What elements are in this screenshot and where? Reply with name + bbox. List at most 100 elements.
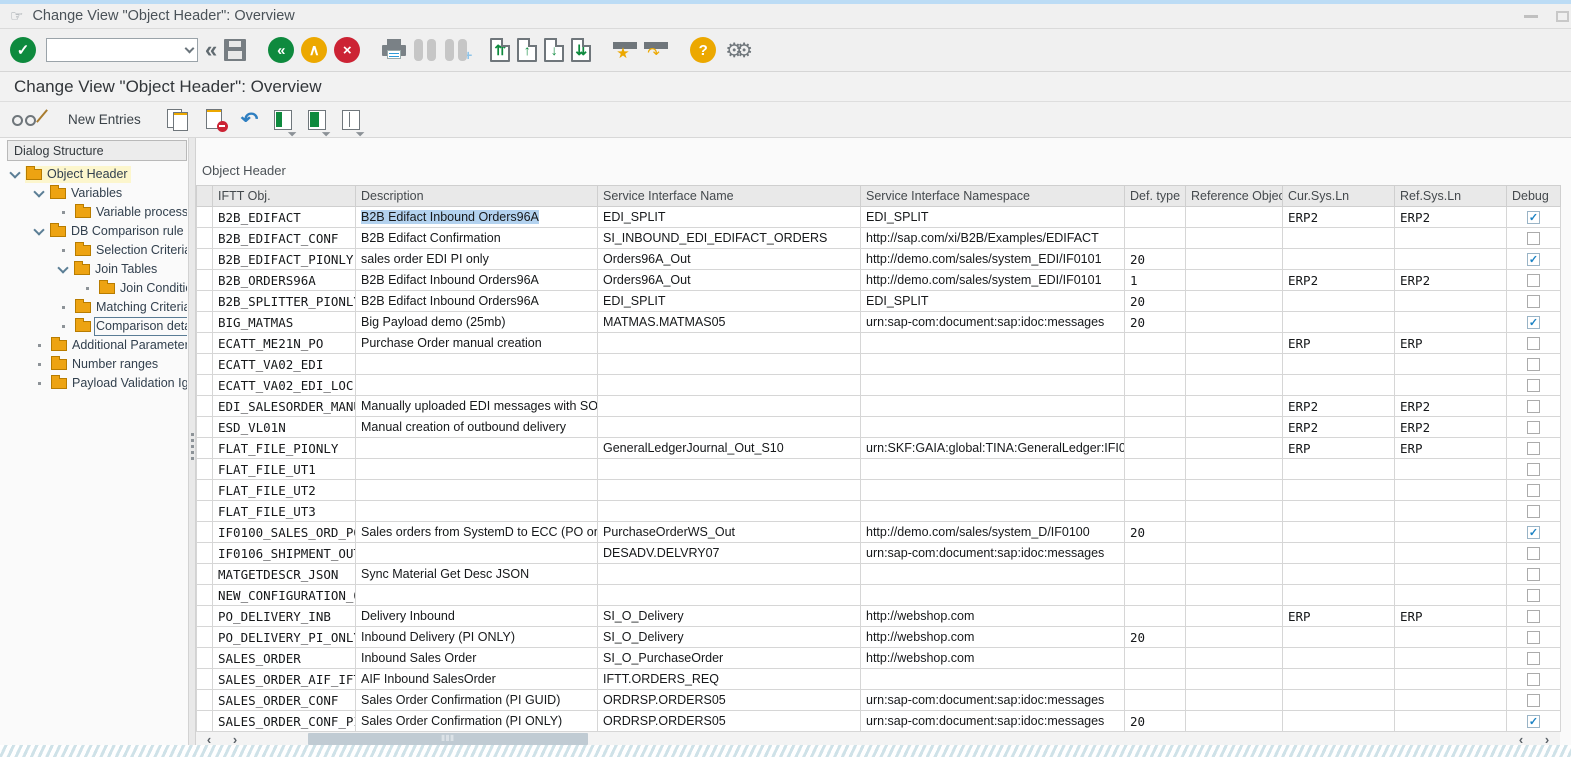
tree-item[interactable]: Comparison details [7, 317, 187, 336]
chevron-down-icon[interactable] [57, 262, 68, 273]
row-selector[interactable] [197, 375, 213, 396]
row-selector[interactable] [197, 249, 213, 270]
cell-ref-sys-ln[interactable] [1395, 501, 1507, 522]
cell-service-interface-namespace[interactable] [861, 669, 1125, 690]
column-header[interactable]: Ref.Sys.Ln [1395, 186, 1507, 207]
cell-service-interface-name[interactable] [598, 480, 861, 501]
cell-reference-object[interactable] [1186, 396, 1283, 417]
cell-service-interface-name[interactable]: GeneralLedgerJournal_Out_S10 [598, 438, 861, 459]
debug-checkbox[interactable] [1527, 652, 1540, 665]
copy-as-button[interactable] [167, 109, 189, 131]
tree-item-label[interactable]: Join Conditior [120, 281, 187, 296]
cell-def-type[interactable]: 20 [1125, 291, 1186, 312]
cell-reference-object[interactable] [1186, 375, 1283, 396]
row-selector[interactable] [197, 669, 213, 690]
cell-service-interface-name[interactable]: EDI_SPLIT [598, 291, 861, 312]
cell-service-interface-namespace[interactable]: urn:sap-com:document:sap:idoc:messages [861, 543, 1125, 564]
column-header[interactable]: Reference Object... [1186, 186, 1283, 207]
cell-reference-object[interactable] [1186, 291, 1283, 312]
chevron-down-icon[interactable] [185, 43, 195, 53]
tree-item[interactable]: Object Header [7, 165, 187, 184]
tree-item[interactable]: Payload Validation Ig [7, 374, 187, 393]
cell-service-interface-name[interactable]: SI_O_Delivery [598, 606, 861, 627]
cell-service-interface-namespace[interactable]: http://demo.com/sales/system_D/IF0100 [861, 522, 1125, 543]
column-left-button[interactable]: ‹ [1508, 732, 1534, 746]
cell-service-interface-namespace[interactable] [861, 480, 1125, 501]
cell-cur-sys-ln[interactable] [1283, 690, 1395, 711]
debug-checkbox[interactable] [1527, 358, 1540, 371]
column-header[interactable]: Service Interface Name [598, 186, 861, 207]
cell-description[interactable] [356, 501, 598, 522]
cell-service-interface-namespace[interactable]: http://sap.com/xi/B2B/Examples/EDIFACT [861, 228, 1125, 249]
cell-def-type[interactable]: 20 [1125, 627, 1186, 648]
row-selector[interactable] [197, 585, 213, 606]
debug-checkbox[interactable] [1527, 274, 1540, 287]
cell-ref-sys-ln[interactable] [1395, 690, 1507, 711]
row-selector[interactable] [197, 606, 213, 627]
debug-checkbox[interactable] [1527, 505, 1540, 518]
cell-service-interface-namespace[interactable]: http://webshop.com [861, 627, 1125, 648]
cell-def-type[interactable]: 20 [1125, 522, 1186, 543]
cell-service-interface-name[interactable]: Orders96A_Out [598, 270, 861, 291]
cell-service-interface-namespace[interactable] [861, 459, 1125, 480]
cell-cur-sys-ln[interactable]: ERP2 [1283, 270, 1395, 291]
row-selector[interactable] [197, 648, 213, 669]
cell-def-type[interactable] [1125, 354, 1186, 375]
cell-service-interface-namespace[interactable]: urn:SKF:GAIA:global:TINA:GeneralLedger:I… [861, 438, 1125, 459]
cell-service-interface-name[interactable] [598, 501, 861, 522]
cell-iftt-obj[interactable]: PO_DELIVERY_PI_ONLY [213, 627, 356, 648]
cell-description[interactable]: Sales orders from SystemD to ECC (PO onl… [356, 522, 598, 543]
cell-iftt-obj[interactable]: EDI_SALESORDER_MANU [213, 396, 356, 417]
cell-reference-object[interactable] [1186, 354, 1283, 375]
cell-cur-sys-ln[interactable] [1283, 480, 1395, 501]
cell-description[interactable]: Manually uploaded EDI messages with SO [356, 396, 598, 417]
row-selector[interactable] [197, 711, 213, 732]
minimize-button[interactable] [1524, 15, 1538, 18]
cell-iftt-obj[interactable]: FLAT_FILE_PIONLY [213, 438, 356, 459]
cell-cur-sys-ln[interactable] [1283, 312, 1395, 333]
cell-description[interactable]: B2B Edifact Inbound Orders96A [356, 270, 598, 291]
cell-reference-object[interactable] [1186, 417, 1283, 438]
column-header[interactable]: IFTT Obj. [213, 186, 356, 207]
row-selector[interactable] [197, 396, 213, 417]
new-entries-button[interactable]: New Entries [58, 108, 151, 131]
row-selector[interactable] [197, 207, 213, 228]
cell-service-interface-name[interactable] [598, 375, 861, 396]
cell-def-type[interactable] [1125, 375, 1186, 396]
row-selector[interactable] [197, 291, 213, 312]
row-selector[interactable] [197, 480, 213, 501]
tree-item-label[interactable]: Additional Parameter [72, 338, 187, 353]
cell-service-interface-namespace[interactable] [861, 375, 1125, 396]
cell-reference-object[interactable] [1186, 480, 1283, 501]
cell-service-interface-name[interactable]: SI_O_PurchaseOrder [598, 648, 861, 669]
cell-reference-object[interactable] [1186, 207, 1283, 228]
cell-ref-sys-ln[interactable] [1395, 480, 1507, 501]
cell-description[interactable] [356, 438, 598, 459]
row-selector[interactable] [197, 564, 213, 585]
cell-def-type[interactable] [1125, 480, 1186, 501]
debug-checkbox[interactable] [1527, 484, 1540, 497]
cell-iftt-obj[interactable]: IF0100_SALES_ORD_PO… [213, 522, 356, 543]
cell-ref-sys-ln[interactable]: ERP [1395, 606, 1507, 627]
debug-checkbox[interactable] [1527, 589, 1540, 602]
cell-def-type[interactable] [1125, 564, 1186, 585]
cell-description[interactable] [356, 375, 598, 396]
cell-def-type[interactable] [1125, 438, 1186, 459]
cell-ref-sys-ln[interactable] [1395, 522, 1507, 543]
cell-service-interface-name[interactable] [598, 459, 861, 480]
cell-ref-sys-ln[interactable] [1395, 543, 1507, 564]
cell-reference-object[interactable] [1186, 564, 1283, 585]
cell-cur-sys-ln[interactable] [1283, 249, 1395, 270]
cell-reference-object[interactable] [1186, 711, 1283, 732]
save-button[interactable] [224, 39, 246, 61]
cell-def-type[interactable] [1125, 543, 1186, 564]
cell-reference-object[interactable] [1186, 648, 1283, 669]
cell-cur-sys-ln[interactable] [1283, 585, 1395, 606]
cell-cur-sys-ln[interactable] [1283, 375, 1395, 396]
cell-service-interface-namespace[interactable] [861, 417, 1125, 438]
splitter-grip-icon[interactable] [191, 433, 194, 436]
tree-item[interactable]: Additional Parameter [7, 336, 187, 355]
column-header[interactable]: Service Interface Namespace [861, 186, 1125, 207]
cell-ref-sys-ln[interactable]: ERP [1395, 438, 1507, 459]
cell-service-interface-name[interactable]: EDI_SPLIT [598, 207, 861, 228]
